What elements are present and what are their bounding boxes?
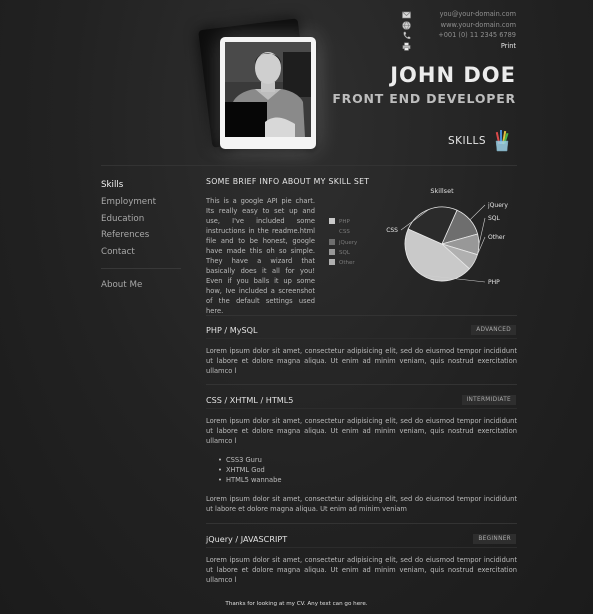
list-item: XHTML God <box>218 465 281 475</box>
sidebar-nav: Skills Employment Education References C… <box>101 177 181 294</box>
skill-description: Lorem ipsum dolor sit amet, consectetur … <box>206 417 517 445</box>
print-link[interactable]: Print <box>356 41 516 52</box>
pie-label-jquery: jQuery <box>487 202 508 209</box>
nav-item-references[interactable]: References <box>101 227 181 244</box>
skill-title-php: PHP / MySQL <box>206 325 258 335</box>
avatar <box>225 42 311 137</box>
header-divider <box>101 165 517 166</box>
nav-item-employment[interactable]: Employment <box>101 194 181 211</box>
contact-block: you@your-domain.com www.your-domain.com … <box>356 9 516 51</box>
legend-item: SQL <box>329 248 357 258</box>
pie-label-php: PHP <box>488 279 500 286</box>
profile-photo <box>220 37 316 149</box>
nav-item-education[interactable]: Education <box>101 211 181 228</box>
job-title: FRONT END DEVELOPER <box>332 91 516 106</box>
nav-item-about[interactable]: About Me <box>101 277 181 294</box>
footer-text: Thanks for looking at my CV. Any text ca… <box>225 601 368 607</box>
section-heading: SKILLS <box>448 135 487 147</box>
level-badge: ADVANCED <box>471 325 516 335</box>
chart-title: Skillset <box>430 187 454 195</box>
pie-label-line <box>469 204 486 221</box>
divider <box>206 315 517 316</box>
level-badge: BEGINNER <box>473 534 516 544</box>
pie-label-line <box>478 217 486 245</box>
email-link[interactable]: you@your-domain.com <box>356 9 516 20</box>
legend-item: PHP <box>329 217 357 227</box>
level-badge: INTERMIDIATE <box>461 395 516 405</box>
person-name: JOHN DOE <box>390 63 516 87</box>
skill-title-jquery: jQuery / JAVASCRIPT <box>206 534 288 544</box>
nav-item-skills[interactable]: Skills <box>101 177 181 194</box>
divider <box>206 523 517 524</box>
skill-description: Lorem ipsum dolor sit amet, consectetur … <box>206 495 517 513</box>
intro-text: This is a google API pie chart. Its real… <box>206 197 315 315</box>
list-item: CSS3 Guru <box>218 455 281 465</box>
pencils-icon <box>494 128 510 152</box>
divider <box>206 547 517 548</box>
skill-description: Lorem ipsum dolor sit amet, consectetur … <box>206 556 517 584</box>
pie-label-css: CSS <box>386 227 398 234</box>
legend-item: jQuery <box>329 238 357 248</box>
chart-legend: PHP CSS jQuery SQL Other <box>329 217 357 268</box>
skill-title-css: CSS / XHTML / HTML5 <box>206 395 294 405</box>
divider <box>206 384 517 385</box>
legend-item: CSS <box>329 227 357 237</box>
skill-pie-chart: Skillset PHP CSS jQuery SQL Other <box>386 187 508 286</box>
pie-label-other: Other <box>488 234 506 241</box>
phone-number: +001 (0) 11 2345 6789 <box>438 31 516 39</box>
divider <box>206 338 517 339</box>
skill-description: Lorem ipsum dolor sit amet, consectetur … <box>206 347 517 375</box>
divider <box>206 408 517 409</box>
list-item: HTML5 wannabe <box>218 475 282 485</box>
nav-item-contact[interactable]: Contact <box>101 244 181 261</box>
website-link[interactable]: www.your-domain.com <box>356 20 516 31</box>
pie-label-sql: SQL <box>488 215 501 222</box>
legend-item: Other <box>329 258 357 268</box>
skill-bullet-list: CSS3 Guru XHTML God HTML5 wannabe <box>218 455 282 485</box>
nav-divider <box>101 267 181 269</box>
